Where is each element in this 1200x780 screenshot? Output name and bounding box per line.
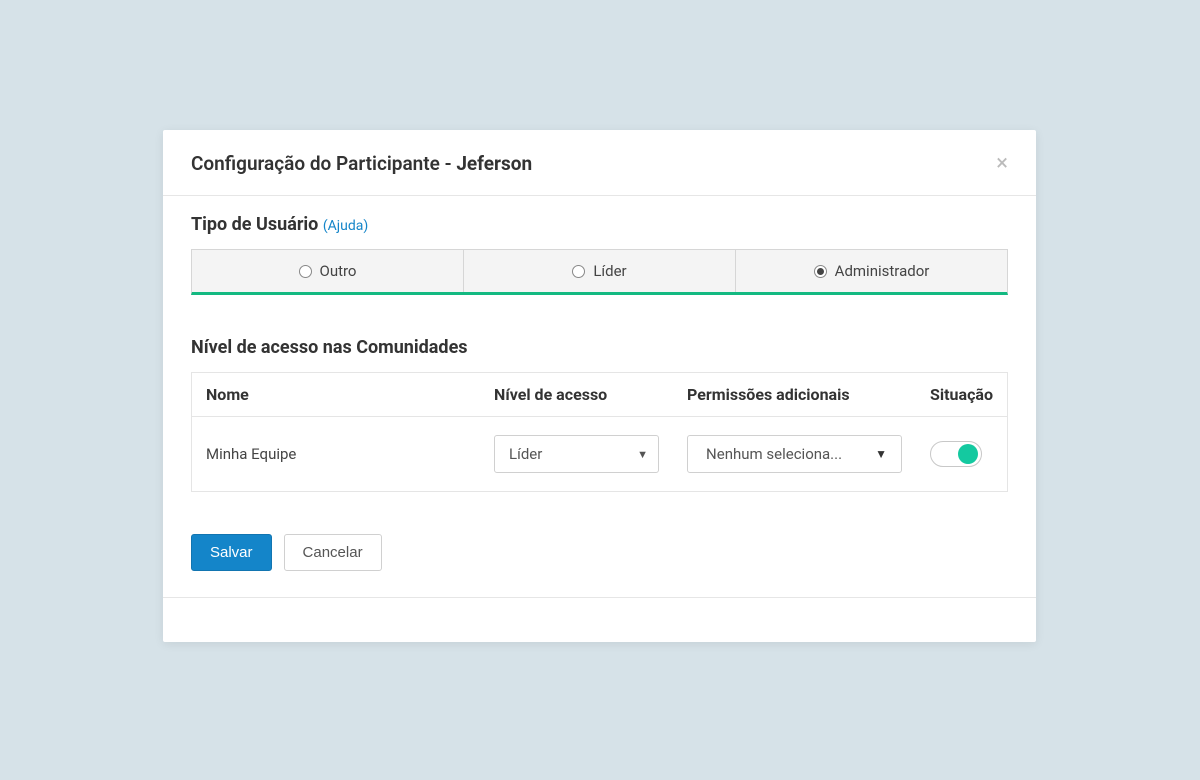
radio-label: Administrador xyxy=(835,262,930,280)
cell-level: Líder ▼ xyxy=(480,417,673,492)
radio-icon xyxy=(814,265,827,278)
cell-name: Minha Equipe xyxy=(192,417,481,492)
communities-table: Nome Nível de acesso Permissões adiciona… xyxy=(191,372,1008,492)
radio-option-administrador[interactable]: Administrador xyxy=(736,250,1007,292)
modal-bottom-pad xyxy=(163,598,1036,642)
close-icon[interactable]: × xyxy=(996,153,1008,175)
modal-header: Configuração do Participante - Jeferson … xyxy=(163,130,1036,196)
communities-section-title: Nível de acesso nas Comunidades xyxy=(191,337,1008,358)
user-type-radio-group: Outro Líder Administrador xyxy=(191,249,1008,295)
user-type-section-title: Tipo de Usuário (Ajuda) xyxy=(191,214,1008,235)
radio-option-lider[interactable]: Líder xyxy=(464,250,736,292)
table-header-row: Nome Nível de acesso Permissões adiciona… xyxy=(192,373,1008,417)
modal-title-prefix: Configuração do Participante - xyxy=(191,152,456,175)
toggle-knob xyxy=(958,444,978,464)
level-select-value: Líder xyxy=(509,445,542,463)
status-toggle[interactable] xyxy=(930,441,982,467)
user-type-label: Tipo de Usuário xyxy=(191,214,318,235)
cell-status xyxy=(916,417,1007,492)
modal-body: Tipo de Usuário (Ajuda) Outro Líder Admi… xyxy=(163,196,1036,598)
level-select[interactable]: Líder ▼ xyxy=(494,435,659,473)
modal-title: Configuração do Participante - Jeferson xyxy=(191,152,532,175)
radio-label: Outro xyxy=(320,262,357,280)
modal-title-name: Jeferson xyxy=(456,152,532,175)
radio-icon xyxy=(299,265,312,278)
cell-perms: Nenhum seleciona... ▼ xyxy=(673,417,916,492)
radio-icon xyxy=(572,265,585,278)
col-perms: Permissões adicionais xyxy=(673,373,916,417)
col-name: Nome xyxy=(192,373,481,417)
permissions-select-value: Nenhum seleciona... xyxy=(706,445,842,463)
table-row: Minha Equipe Líder ▼ Nenhum seleciona...… xyxy=(192,417,1008,492)
radio-option-outro[interactable]: Outro xyxy=(192,250,464,292)
radio-label: Líder xyxy=(593,262,626,280)
help-link[interactable]: (Ajuda) xyxy=(323,218,368,234)
participant-config-modal: Configuração do Participante - Jeferson … xyxy=(163,130,1036,642)
footer-buttons: Salvar Cancelar xyxy=(191,534,1008,571)
col-level: Nível de acesso xyxy=(480,373,673,417)
permissions-select[interactable]: Nenhum seleciona... ▼ xyxy=(687,435,902,473)
col-status: Situação xyxy=(916,373,1007,417)
save-button[interactable]: Salvar xyxy=(191,534,272,571)
cancel-button[interactable]: Cancelar xyxy=(284,534,382,571)
chevron-down-icon: ▼ xyxy=(875,447,887,461)
chevron-down-icon: ▼ xyxy=(637,448,648,461)
